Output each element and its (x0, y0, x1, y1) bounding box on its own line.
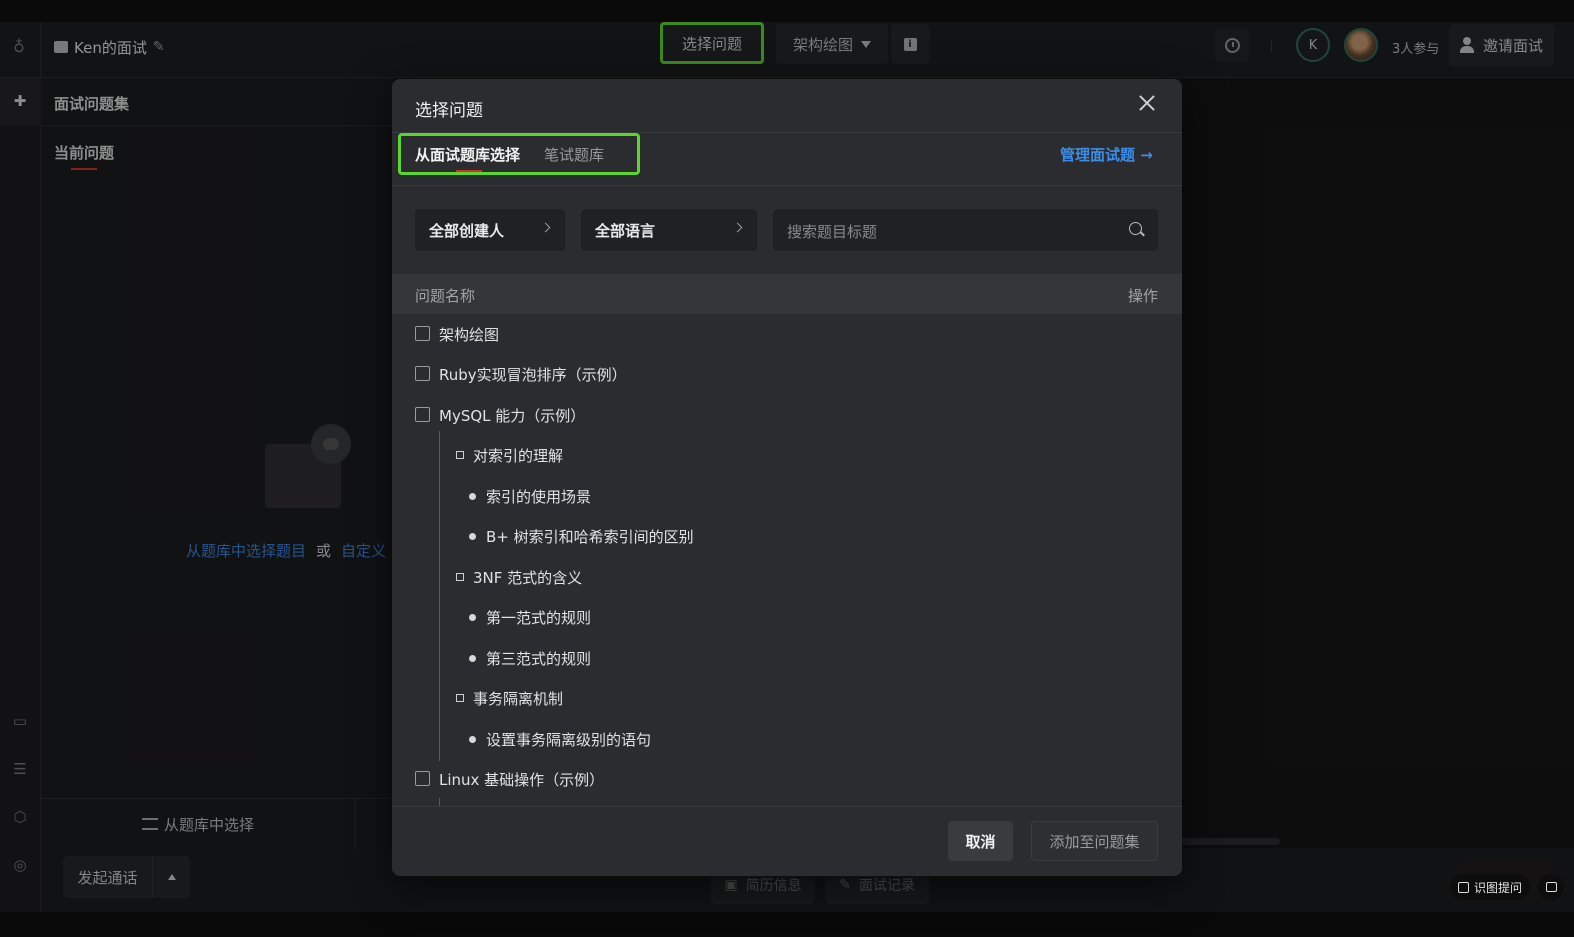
follow-up-label: B+ 树索引和哈希索引间的区别 (486, 528, 694, 546)
creator-filter[interactable]: 全部创建人 (415, 209, 565, 251)
select-question-modal: 选择问题 从面试题库选择 笔试题库 管理面试题 → 全部创建人 全部语言 搜索题… (392, 79, 1182, 876)
list-item: 第一范式的规则 (392, 597, 1182, 637)
scan-icon (1457, 881, 1469, 893)
sub-question-label: 3NF 范式的含义 (473, 569, 583, 587)
language-filter[interactable]: 全部语言 (581, 209, 757, 251)
creator-filter-label: 全部创建人 (429, 221, 505, 240)
cancel-button[interactable]: 取消 (948, 821, 1013, 861)
sub-question-label: 事务隔离机制 (473, 690, 564, 708)
square-bullet-icon (456, 694, 464, 702)
close-icon[interactable] (1137, 93, 1157, 113)
search-icon[interactable] (1129, 222, 1142, 235)
search-placeholder: 搜索题目标题 (787, 223, 878, 241)
list-item: 第三范式的规则 (392, 638, 1182, 678)
square-bullet-icon (456, 451, 464, 459)
list-item[interactable]: 架构绘图 (392, 314, 1182, 354)
follow-up-label: 第一范式的规则 (486, 609, 592, 627)
sub-question-label: 对索引的理解 (473, 447, 564, 465)
list-item: 3NF 范式的含义 (392, 557, 1182, 597)
dot-bullet-icon (469, 533, 476, 540)
question-list[interactable]: 架构绘图 Ruby实现冒泡排序（示例） MySQL 能力（示例） 对索引的理解 … (392, 314, 1182, 806)
follow-up-label: 设置事务隔离级别的语句 (486, 731, 652, 749)
language-filter-label: 全部语言 (595, 221, 656, 240)
tab-interview-library[interactable]: 从面试题库选择 (415, 144, 520, 165)
list-item[interactable]: MySQL 能力（示例） (392, 395, 1182, 435)
list-item: 索引的使用场景 (392, 476, 1182, 516)
search-input[interactable]: 搜索题目标题 (773, 209, 1158, 251)
question-label: Linux 基础操作（示例） (439, 771, 605, 789)
col-question-name: 问题名称 (415, 287, 476, 305)
question-checkbox[interactable] (415, 326, 430, 341)
ocr-question-chip[interactable]: 识图提问 (1450, 874, 1530, 900)
table-header: 问题名称 操作 (392, 274, 1182, 314)
question-checkbox[interactable] (415, 366, 430, 381)
question-label: Ruby实现冒泡排序（示例） (439, 366, 627, 384)
chevron-right-icon (732, 222, 743, 233)
image-capture-button[interactable] (1538, 874, 1564, 900)
ocr-label: 识图提问 (1473, 880, 1522, 895)
app-root: ♁ Ken的面试 ✎ 选择问题 架构绘图 i K 3人参与 邀请面试 ✚ ▭ ☰… (0, 0, 1574, 937)
question-label: MySQL 能力（示例） (439, 407, 586, 425)
follow-up-label: 索引的使用场景 (486, 488, 592, 506)
modal-title: 选择问题 (415, 101, 483, 121)
list-item: 事务隔离机制 (392, 678, 1182, 718)
chevron-right-icon (540, 222, 551, 233)
tabs-divider (392, 185, 1182, 186)
col-action: 操作 (1128, 287, 1159, 305)
dot-bullet-icon (469, 493, 476, 500)
tree-connector (439, 798, 440, 806)
list-item: 设置事务隔离级别的语句 (392, 719, 1182, 759)
follow-up-label: 第三范式的规则 (486, 650, 592, 668)
dot-bullet-icon (469, 614, 476, 621)
square-bullet-icon (456, 573, 464, 581)
list-item[interactable]: Linux 基础操作（示例） (392, 759, 1182, 799)
question-label: 架构绘图 (439, 326, 500, 344)
dot-bullet-icon (469, 736, 476, 743)
list-item: 对索引的理解 (392, 435, 1182, 475)
tab-written-library[interactable]: 笔试题库 (544, 144, 604, 165)
add-to-set-button[interactable]: 添加至问题集 (1031, 821, 1158, 861)
modal-footer-divider (392, 806, 1182, 807)
list-item[interactable]: Ruby实现冒泡排序（示例） (392, 354, 1182, 394)
active-tab-underline (456, 170, 482, 172)
list-item: B+ 树索引和哈希索引间的区别 (392, 516, 1182, 556)
question-checkbox[interactable] (415, 771, 430, 786)
image-icon (1545, 882, 1557, 892)
question-checkbox[interactable] (415, 407, 430, 422)
dot-bullet-icon (469, 655, 476, 662)
manage-questions-link[interactable]: 管理面试题 → (1060, 144, 1153, 165)
